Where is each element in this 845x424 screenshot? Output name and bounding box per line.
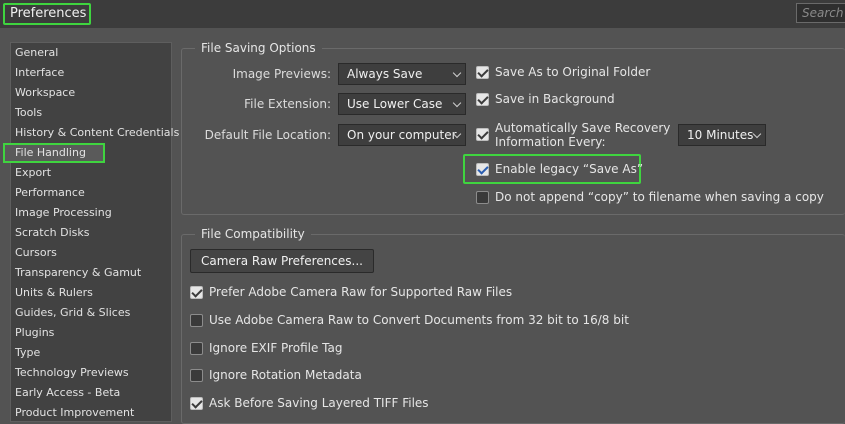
sidebar-item-units-rulers[interactable]: Units & Rulers xyxy=(11,283,171,303)
auto-recovery-label: Automatically Save Recovery Information … xyxy=(495,121,670,149)
chevron-down-icon xyxy=(452,68,462,78)
sidebar-item-history[interactable]: History & Content Credentials xyxy=(11,123,179,143)
save-as-original-checkbox[interactable] xyxy=(476,66,489,79)
legacy-save-as-checkbox[interactable] xyxy=(476,163,489,176)
no-copy-suffix-checkbox[interactable] xyxy=(476,191,489,204)
auto-recovery-label-line1: Automatically Save Recovery xyxy=(495,121,671,135)
camera-raw-preferences-button[interactable]: Camera Raw Preferences... xyxy=(190,249,374,273)
sidebar-item-tools[interactable]: Tools xyxy=(11,103,171,123)
sidebar-item-cursors[interactable]: Cursors xyxy=(11,243,171,263)
image-previews-dropdown[interactable]: Always Save xyxy=(338,63,466,85)
save-as-original-label: Save As to Original Folder xyxy=(495,65,651,79)
save-background-checkbox[interactable] xyxy=(476,93,489,106)
image-previews-label: Image Previews: xyxy=(232,67,331,81)
sidebar-item-type[interactable]: Type xyxy=(11,343,171,363)
prefer-camera-raw-checkbox[interactable] xyxy=(190,286,203,299)
convert-32bit-checkbox[interactable] xyxy=(190,314,203,327)
ignore-rotation-checkbox[interactable] xyxy=(190,369,203,382)
sidebar-item-file-handling[interactable]: File Handling xyxy=(3,143,105,163)
convert-32bit-label: Use Adobe Camera Raw to Convert Document… xyxy=(209,313,629,327)
ignore-rotation-label: Ignore Rotation Metadata xyxy=(209,368,362,382)
auto-recovery-checkbox[interactable] xyxy=(476,128,489,141)
sidebar-item-export[interactable]: Export xyxy=(11,163,171,183)
search-input[interactable]: Search xyxy=(796,3,845,23)
legacy-save-as-label: Enable legacy “Save As” xyxy=(495,162,644,176)
default-location-dropdown[interactable]: On your computer xyxy=(338,124,466,146)
sidebar-item-image-processing[interactable]: Image Processing xyxy=(11,203,171,223)
default-location-value: On your computer xyxy=(347,128,457,142)
sidebar-item-technology-previews[interactable]: Technology Previews xyxy=(11,363,171,383)
recovery-interval-value: 10 Minutes xyxy=(687,128,754,142)
window-title: Preferences xyxy=(3,3,91,25)
chevron-down-icon xyxy=(752,129,762,139)
file-extension-value: Use Lower Case xyxy=(347,97,443,111)
no-copy-suffix-label: Do not append “copy” to filename when sa… xyxy=(495,190,824,204)
save-background-label: Save in Background xyxy=(495,92,615,106)
file-extension-label: File Extension: xyxy=(244,97,331,111)
sidebar-item-product-improvement[interactable]: Product Improvement xyxy=(11,403,171,423)
ignore-exif-label: Ignore EXIF Profile Tag xyxy=(209,341,343,355)
file-saving-options-title: File Saving Options xyxy=(195,41,322,55)
file-extension-dropdown[interactable]: Use Lower Case xyxy=(338,93,466,115)
recovery-interval-dropdown[interactable]: 10 Minutes xyxy=(678,124,766,146)
sidebar-item-guides[interactable]: Guides, Grid & Slices xyxy=(11,303,171,323)
sidebar-item-transparency[interactable]: Transparency & Gamut xyxy=(11,263,171,283)
title-bar: Preferences Search xyxy=(0,0,845,28)
sidebar-item-interface[interactable]: Interface xyxy=(11,63,171,83)
ignore-exif-checkbox[interactable] xyxy=(190,342,203,355)
sidebar-item-early-access[interactable]: Early Access - Beta xyxy=(11,383,171,403)
chevron-down-icon xyxy=(452,98,462,108)
default-location-label: Default File Location: xyxy=(204,128,331,142)
preferences-sidebar: General Interface Workspace Tools Histor… xyxy=(3,42,179,423)
file-compatibility-title: File Compatibility xyxy=(195,227,311,241)
sidebar-item-general[interactable]: General xyxy=(11,43,171,63)
sidebar-item-scratch-disks[interactable]: Scratch Disks xyxy=(11,223,171,243)
ask-layered-tiff-checkbox[interactable] xyxy=(190,397,203,410)
ask-layered-tiff-label: Ask Before Saving Layered TIFF Files xyxy=(209,396,429,410)
sidebar-item-performance[interactable]: Performance xyxy=(11,183,171,203)
image-previews-value: Always Save xyxy=(347,67,423,81)
auto-recovery-label-line2: Information Every: xyxy=(495,135,606,149)
sidebar-item-plugins[interactable]: Plugins xyxy=(11,323,171,343)
sidebar-item-workspace[interactable]: Workspace xyxy=(11,83,171,103)
prefer-camera-raw-label: Prefer Adobe Camera Raw for Supported Ra… xyxy=(209,285,513,299)
